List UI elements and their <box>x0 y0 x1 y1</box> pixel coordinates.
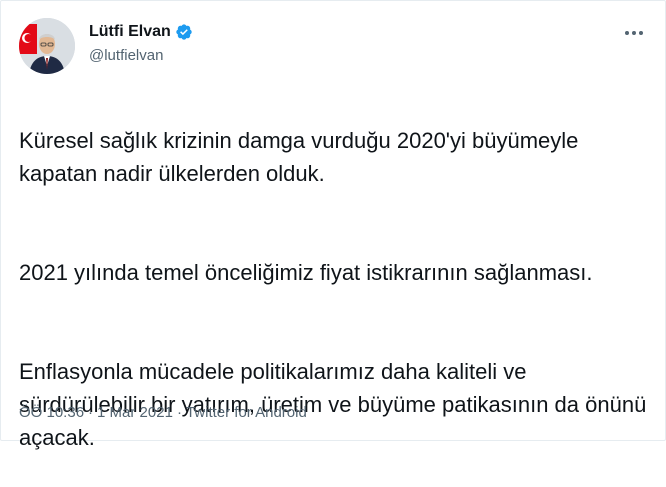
author-name-row: Lütfi Elvan <box>89 23 193 41</box>
verified-badge-icon <box>175 23 193 41</box>
tweet-time[interactable]: ÖÖ 10:36 <box>19 404 84 421</box>
more-dots-icon <box>625 31 643 35</box>
avatar-photo <box>19 18 75 74</box>
tweet-date[interactable]: 1 Mar 2021 <box>97 404 173 421</box>
tweet-metadata: ÖÖ 10:36 · 1 Mar 2021 · Twitter for Andr… <box>19 404 307 421</box>
tweet-card: Lütfi Elvan @lutfielvan Küresel sağlık k… <box>0 0 666 450</box>
tweet-source[interactable]: Twitter for Android <box>186 404 307 421</box>
tweet-paragraph-2: 2021 yılında temel önceliğimiz fiyat ist… <box>19 260 593 285</box>
avatar[interactable] <box>19 18 75 74</box>
author-handle[interactable]: @lutfielvan <box>89 47 163 64</box>
meta-separator: · <box>88 404 94 421</box>
author-name[interactable]: Lütfi Elvan <box>89 23 171 41</box>
meta-separator-2: · <box>176 404 182 421</box>
tweet-text: Küresel sağlık krizinin damga vurduğu 20… <box>19 91 649 487</box>
more-options-button[interactable] <box>621 23 647 43</box>
tweet-paragraph-1: Küresel sağlık krizinin damga vurduğu 20… <box>19 128 579 186</box>
